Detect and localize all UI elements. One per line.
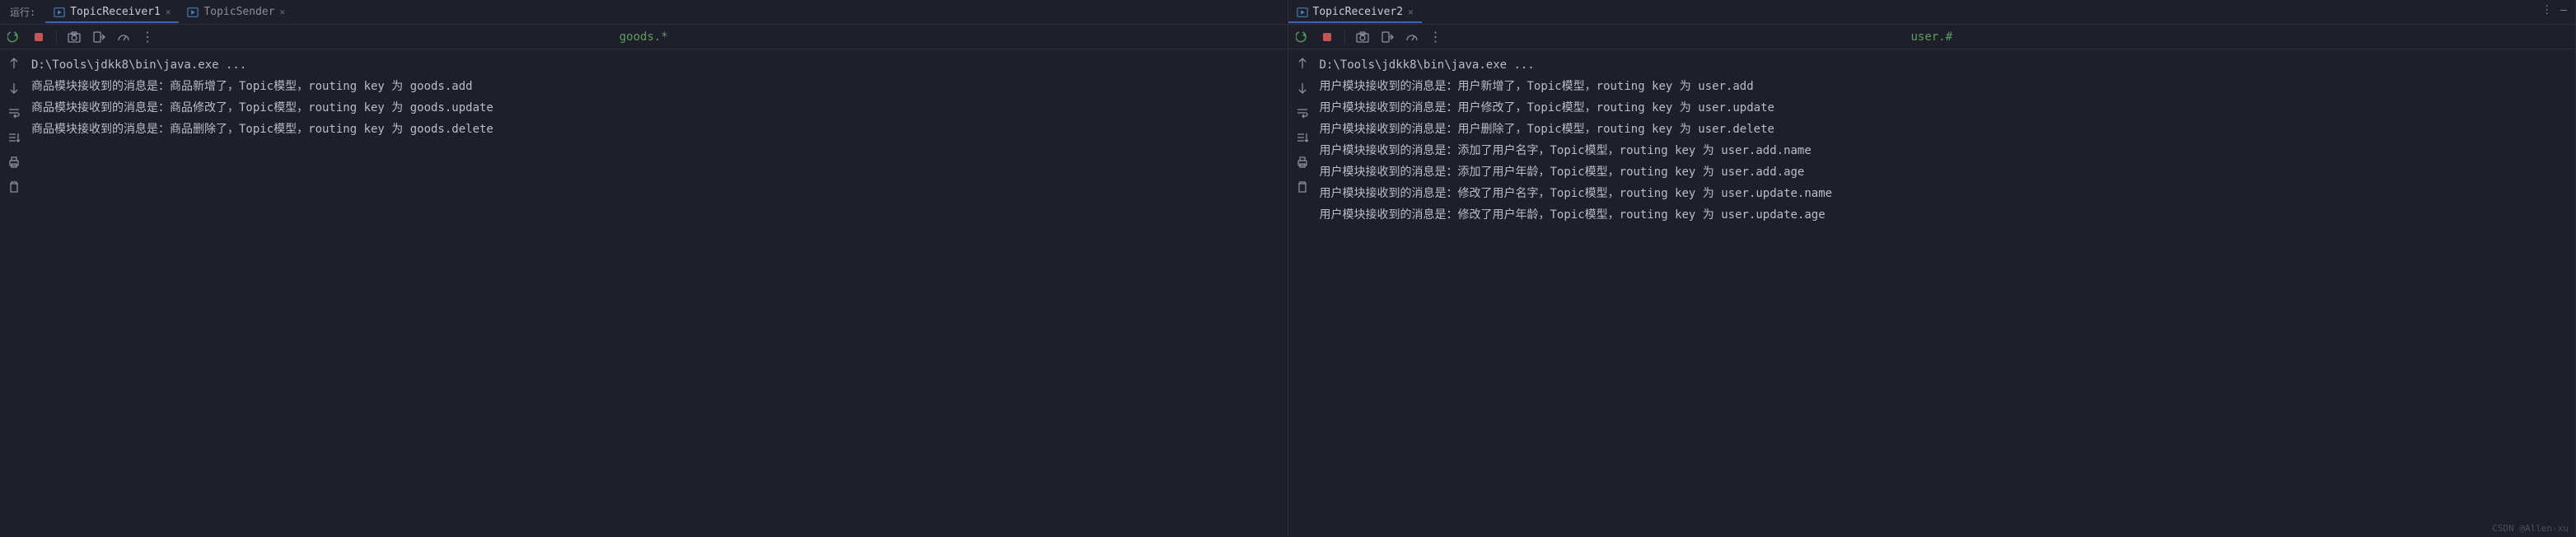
console-output[interactable]: D:\Tools\jdkk8\bin\java.exe ...商品模块接收到的消…	[28, 49, 1288, 537]
exit-icon[interactable]	[1380, 30, 1395, 44]
stop-button[interactable]	[1320, 30, 1335, 44]
stop-button[interactable]	[31, 30, 46, 44]
console-area: D:\Tools\jdkk8\bin\java.exe ...商品模块接收到的消…	[0, 49, 1288, 537]
close-icon[interactable]: ✕	[166, 7, 171, 17]
watermark: CSDN @Allen-xu	[2492, 523, 2569, 534]
tab-topic-receiver2[interactable]: TopicReceiver2 ✕	[1288, 2, 1422, 22]
dashboard-icon[interactable]	[1405, 30, 1419, 44]
gutter	[0, 49, 28, 537]
exit-icon[interactable]	[91, 30, 106, 44]
tab-bar: TopicReceiver2 ✕ ⋮ —	[1288, 0, 2576, 25]
close-icon[interactable]: ✕	[1408, 7, 1414, 17]
pattern-label: user.#	[1910, 30, 1952, 44]
pattern-label: goods.*	[619, 30, 668, 44]
gutter	[1288, 49, 1316, 537]
run-config-icon	[187, 7, 199, 18]
console-area: D:\Tools\jdkk8\bin\java.exe ...用户模块接收到的消…	[1288, 49, 2576, 537]
console-line: 用户模块接收到的消息是：修改了用户年龄，Topic模型，routing key …	[1320, 204, 2573, 226]
tab-label: TopicReceiver1	[70, 6, 161, 18]
down-arrow-icon[interactable]	[7, 81, 21, 96]
close-icon[interactable]: ✕	[280, 7, 286, 17]
camera-icon[interactable]	[67, 30, 82, 44]
rerun-button[interactable]	[7, 30, 21, 44]
print-icon[interactable]	[1295, 155, 1310, 170]
console-line: 用户模块接收到的消息是：用户修改了，Topic模型，routing key 为 …	[1320, 97, 2573, 119]
left-panel: 运行: TopicReceiver1 ✕ TopicSender ✕ ⋮ goo…	[0, 0, 1288, 537]
console-line: 用户模块接收到的消息是：用户新增了，Topic模型，routing key 为 …	[1320, 76, 2573, 97]
camera-icon[interactable]	[1355, 30, 1370, 44]
up-arrow-icon[interactable]	[1295, 56, 1310, 71]
tab-label: TopicSender	[203, 6, 274, 18]
dashboard-icon[interactable]	[116, 30, 131, 44]
console-line: D:\Tools\jdkk8\bin\java.exe ...	[1320, 54, 2573, 76]
soft-wrap-icon[interactable]	[7, 105, 21, 120]
right-panel: TopicReceiver2 ✕ ⋮ — ⋮ user.#	[1288, 0, 2576, 537]
scroll-end-icon[interactable]	[1295, 130, 1310, 145]
tab-bar: 运行: TopicReceiver1 ✕ TopicSender ✕	[0, 0, 1288, 25]
console-line: 商品模块接收到的消息是：商品删除了，Topic模型，routing key 为 …	[31, 119, 1284, 140]
more-options[interactable]: ⋮	[1429, 29, 1443, 44]
run-config-icon	[1297, 7, 1308, 18]
print-icon[interactable]	[7, 155, 21, 170]
console-output[interactable]: D:\Tools\jdkk8\bin\java.exe ...用户模块接收到的消…	[1316, 49, 2576, 537]
tab-label: TopicReceiver2	[1313, 6, 1404, 18]
divider	[1344, 30, 1345, 44]
toolbar: ⋮ goods.*	[0, 25, 1288, 49]
console-line: 用户模块接收到的消息是：用户删除了，Topic模型，routing key 为 …	[1320, 119, 2573, 140]
console-line: 商品模块接收到的消息是：商品新增了，Topic模型，routing key 为 …	[31, 76, 1284, 97]
console-line: 用户模块接收到的消息是：添加了用户名字，Topic模型，routing key …	[1320, 140, 2573, 161]
tab-topic-sender[interactable]: TopicSender ✕	[179, 2, 293, 22]
divider	[56, 30, 57, 44]
rerun-button[interactable]	[1295, 30, 1310, 44]
trash-icon[interactable]	[1295, 180, 1310, 194]
console-line: 商品模块接收到的消息是：商品修改了，Topic模型，routing key 为 …	[31, 97, 1284, 119]
run-label: 运行:	[0, 5, 45, 19]
minimize-icon[interactable]: —	[2560, 4, 2567, 16]
console-line: D:\Tools\jdkk8\bin\java.exe ...	[31, 54, 1284, 76]
more-options[interactable]: ⋮	[141, 29, 155, 44]
soft-wrap-icon[interactable]	[1295, 105, 1310, 120]
toolbar: ⋮ user.#	[1288, 25, 2576, 49]
window-controls: ⋮ —	[2541, 4, 2567, 16]
run-config-icon	[54, 7, 65, 18]
console-line: 用户模块接收到的消息是：添加了用户年龄，Topic模型，routing key …	[1320, 161, 2573, 183]
scroll-end-icon[interactable]	[7, 130, 21, 145]
down-arrow-icon[interactable]	[1295, 81, 1310, 96]
trash-icon[interactable]	[7, 180, 21, 194]
console-line: 用户模块接收到的消息是：修改了用户名字，Topic模型，routing key …	[1320, 183, 2573, 204]
up-arrow-icon[interactable]	[7, 56, 21, 71]
tab-topic-receiver1[interactable]: TopicReceiver1 ✕	[45, 2, 179, 22]
more-icon[interactable]: ⋮	[2541, 4, 2552, 16]
